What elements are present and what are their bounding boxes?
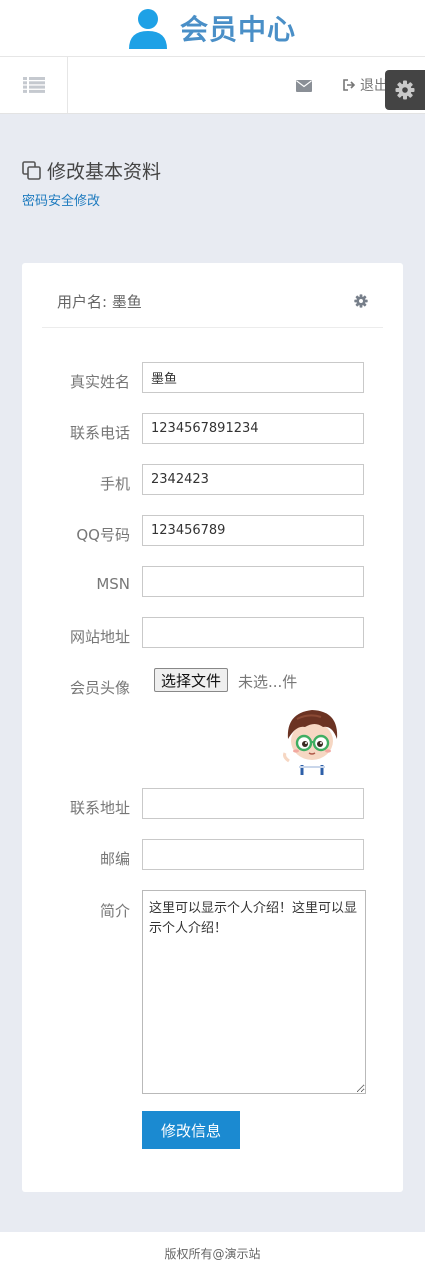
navbar: 退出 (0, 57, 425, 114)
phone-label: 联系电话 (69, 424, 130, 442)
page-title-text: 修改基本资料 (47, 161, 162, 183)
mobile-label: 手机 (99, 475, 130, 493)
msn-input[interactable] (142, 566, 364, 597)
page-title: 修改基本资料 (22, 157, 161, 184)
password-security-link[interactable]: 密码安全修改 (22, 190, 161, 209)
gear-icon (354, 294, 368, 308)
avatar-label: 会员头像 (69, 679, 130, 697)
settings-panel-toggle[interactable] (385, 70, 425, 110)
page-header: 修改基本资料 密码安全修改 (22, 157, 161, 209)
top-header: 会员中心 (0, 0, 425, 57)
footer: 版权所有@演示站 (0, 1232, 425, 1276)
envelope-icon (296, 80, 312, 92)
address-input[interactable] (142, 788, 364, 819)
submit-button[interactable]: 修改信息 (142, 1111, 240, 1149)
sidebar-toggle-button[interactable] (0, 57, 68, 113)
profile-card: 用户名: 墨鱼 真实姓名 联系电话 手机 QQ号码 MSN 网站地址 (22, 263, 403, 1192)
list-icon (22, 77, 45, 93)
messages-button[interactable] (296, 77, 314, 93)
mobile-input[interactable] (142, 464, 364, 495)
zipcode-input[interactable] (142, 839, 364, 870)
site-title: 会员中心 (180, 13, 297, 46)
card-header: 用户名: 墨鱼 (42, 263, 383, 328)
website-input[interactable] (142, 617, 364, 648)
brand[interactable]: 会员中心 (128, 6, 296, 50)
logout-button[interactable]: 退出 (343, 75, 388, 95)
avatar-image (283, 710, 338, 775)
copy-icon (22, 160, 41, 180)
card-settings-button[interactable] (354, 293, 368, 312)
user-icon (129, 9, 167, 49)
copyright-text: 版权所有@演示站 (164, 1247, 261, 1261)
address-label: 联系地址 (69, 799, 130, 817)
gear-icon (395, 80, 415, 100)
qq-input[interactable] (142, 515, 364, 546)
username-title: 用户名: 墨鱼 (57, 293, 142, 311)
choose-file-button[interactable]: 选择文件 (154, 668, 229, 692)
bio-textarea[interactable]: 这里可以显示个人介绍！这里可以显示个人介绍！ (142, 890, 366, 1094)
bio-label: 简介 (99, 902, 130, 920)
real-name-label: 真实姓名 (69, 373, 130, 391)
real-name-input[interactable] (142, 362, 364, 393)
zipcode-label: 邮编 (99, 850, 130, 868)
file-status: 未选...件 (238, 673, 298, 691)
logout-label: 退出 (360, 78, 388, 94)
msn-label: MSN (96, 575, 130, 593)
website-label: 网站地址 (69, 628, 130, 646)
sign-out-icon (343, 79, 356, 91)
phone-input[interactable] (142, 413, 364, 444)
qq-label: QQ号码 (76, 526, 130, 544)
